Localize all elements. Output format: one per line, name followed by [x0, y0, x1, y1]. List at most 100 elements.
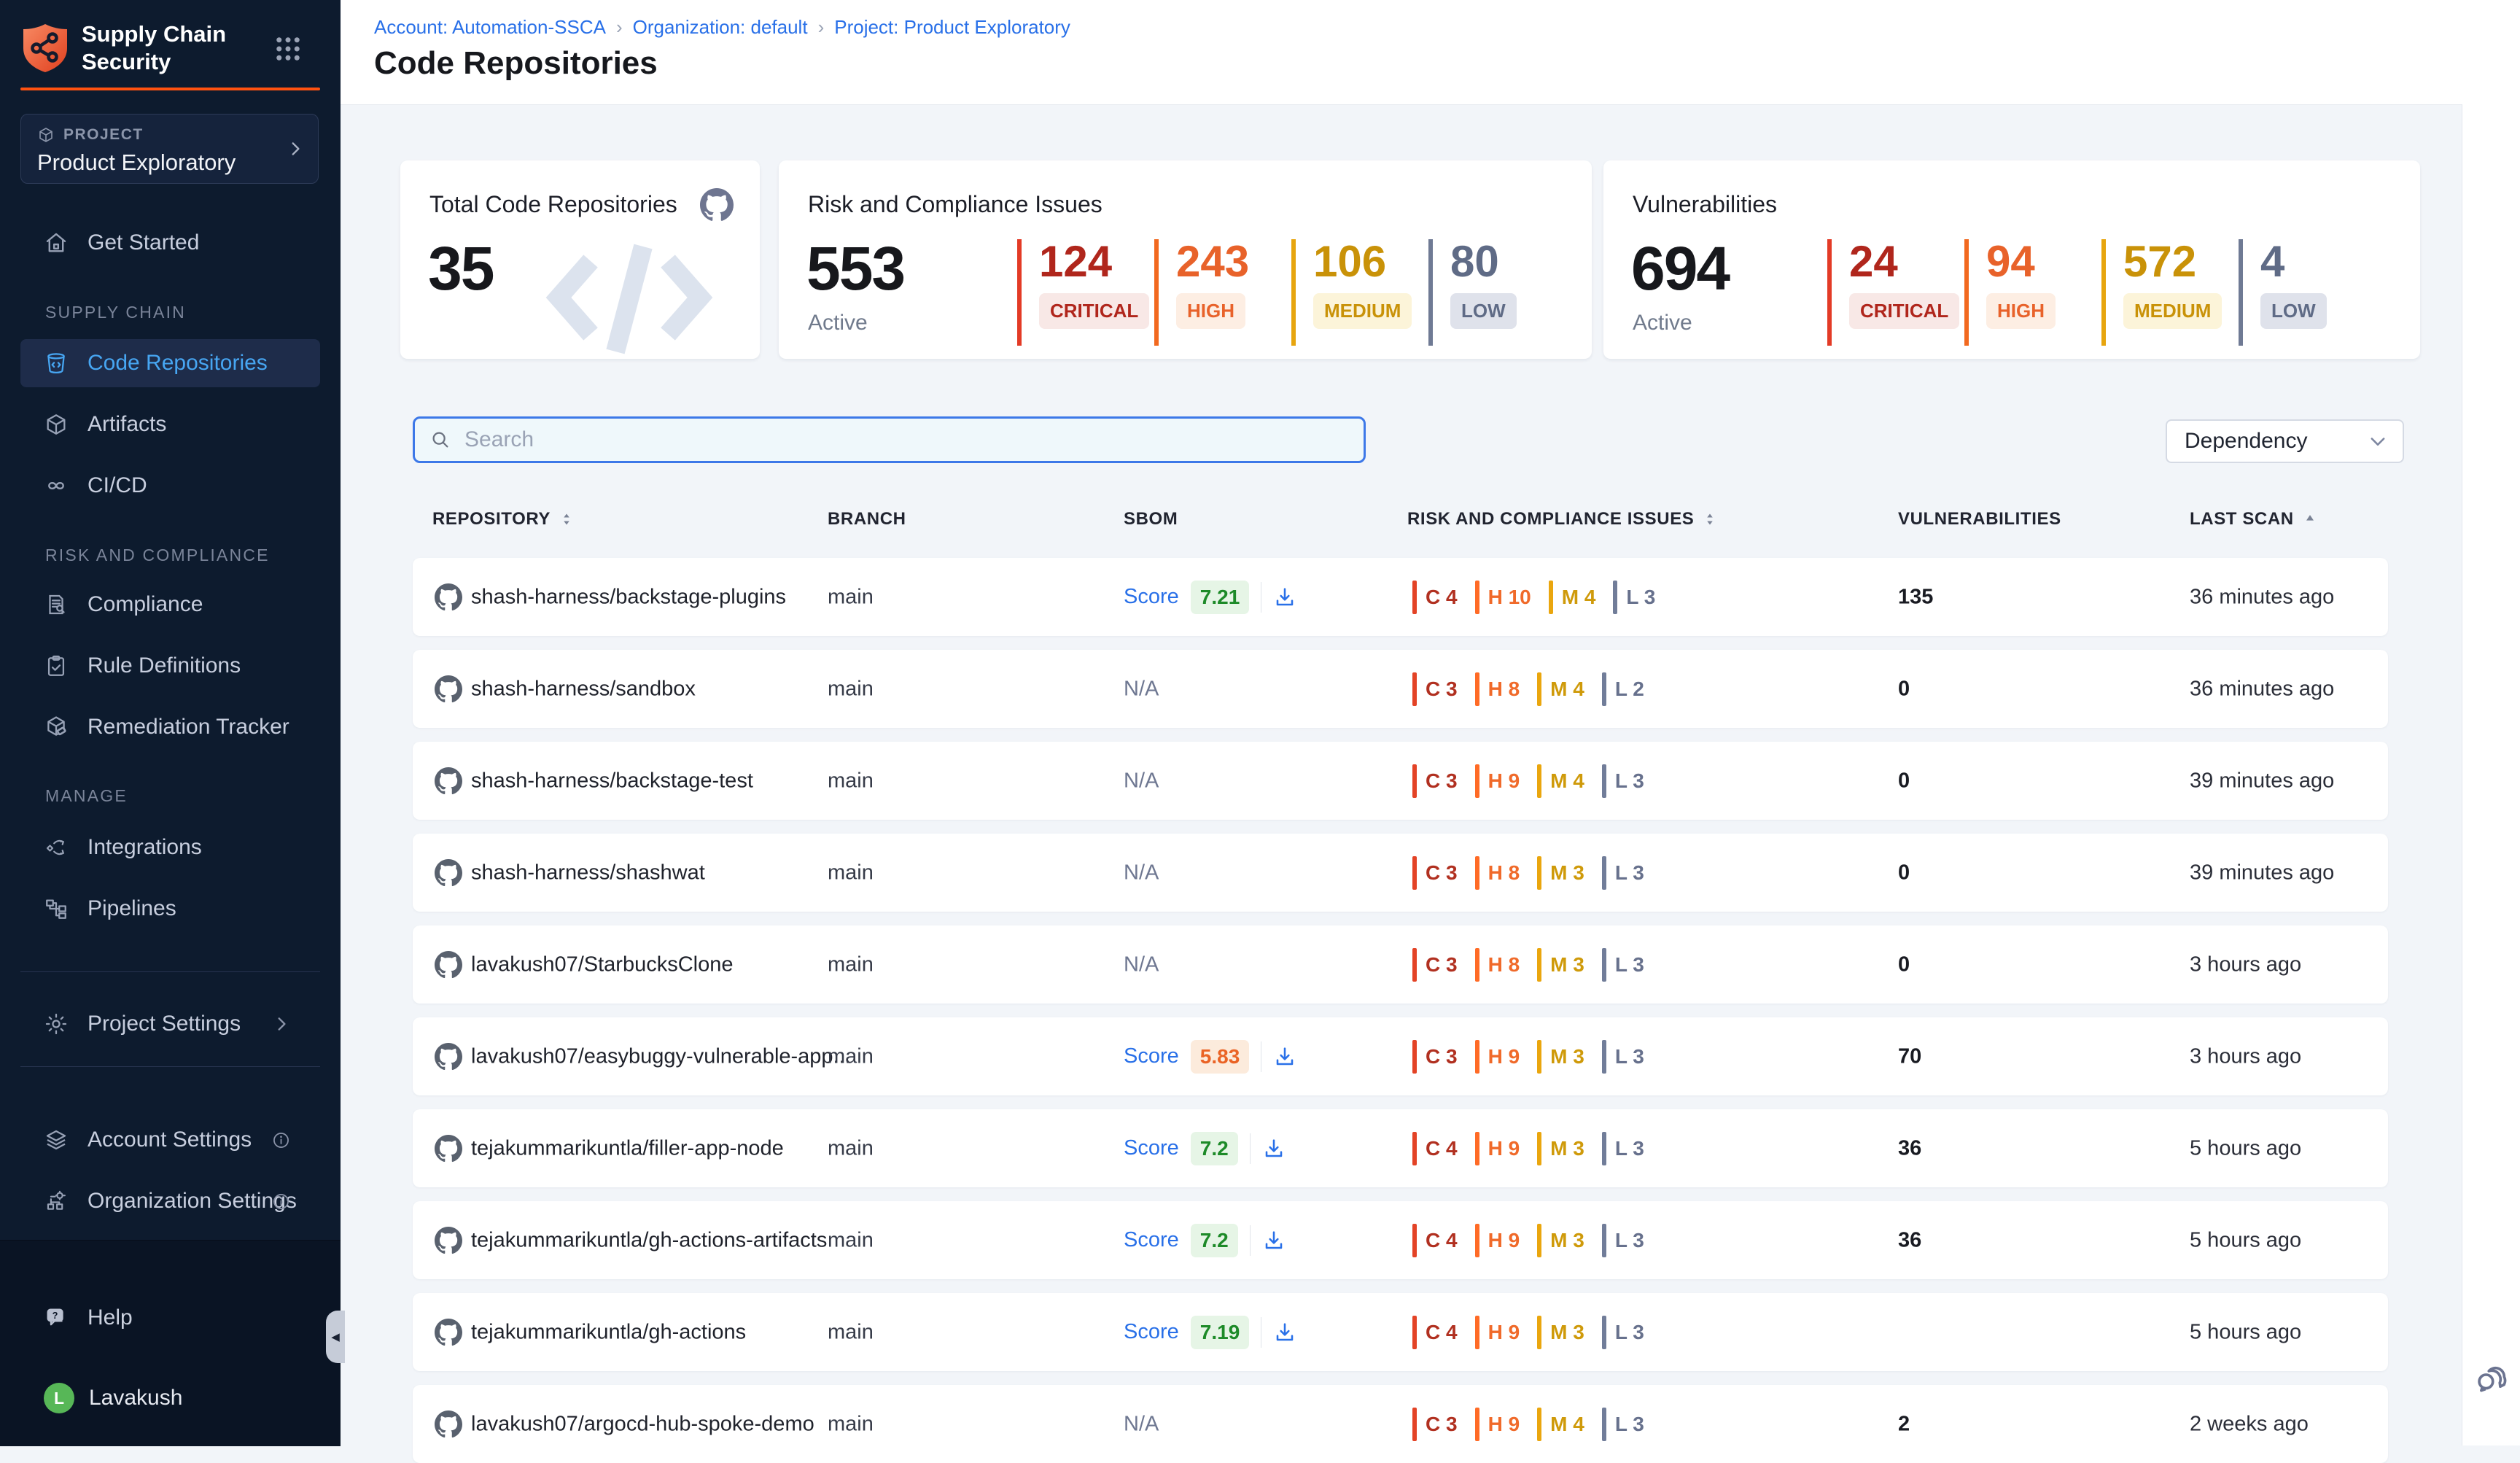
support-chat-icon[interactable] [2473, 1360, 2511, 1398]
download-sbom-icon[interactable] [1273, 586, 1296, 609]
user-menu[interactable]: L Lavakush [20, 1374, 320, 1422]
repo-name[interactable]: shash-harness/backstage-test [471, 769, 753, 793]
sbom-score-link[interactable]: Score [1124, 1320, 1179, 1344]
risk-chip-high: H 9 [1475, 1408, 1520, 1441]
sbom-score-link[interactable]: Score [1124, 1136, 1179, 1160]
sbom-cell: N/A [1124, 677, 1159, 701]
branch-name: main [828, 1412, 874, 1436]
sidebar-item-cicd[interactable]: CI/CD [20, 462, 320, 510]
sbom-score-link[interactable]: Score [1124, 585, 1179, 609]
sort-icon [559, 512, 574, 527]
cube-tag-icon [44, 715, 69, 740]
repo-name[interactable]: lavakush07/easybuggy-vulnerable-app... [471, 1044, 806, 1068]
severity-label: LOW [2260, 293, 2327, 329]
last-scan: 2 weeks ago [2190, 1412, 2309, 1436]
repo-name[interactable]: tejakummarikuntla/filler-app-node [471, 1136, 784, 1160]
infinity-icon [44, 473, 69, 498]
breadcrumb-project-link[interactable]: Project: Product Exploratory [834, 16, 1070, 39]
breadcrumb-org-link[interactable]: Organization: default [633, 16, 808, 39]
chevron-right-icon [286, 139, 305, 158]
column-header-risk[interactable]: RISK AND COMPLIANCE ISSUES [1407, 509, 1717, 529]
project-selector[interactable]: PROJECT Product Exploratory [20, 114, 319, 184]
download-sbom-icon[interactable] [1262, 1137, 1286, 1160]
sidebar-item-compliance[interactable]: Compliance [20, 581, 320, 629]
sidebar-item-account-settings[interactable]: Account Settings [20, 1116, 320, 1164]
table-row[interactable]: lavakush07/argocd-hub-spoke-demo main N/… [413, 1385, 2388, 1463]
header-label: RISK AND COMPLIANCE ISSUES [1407, 509, 1694, 529]
risk-chip-medium: M 4 [1549, 581, 1596, 614]
table-row[interactable]: lavakush07/easybuggy-vulnerable-app... m… [413, 1017, 2388, 1095]
repo-name[interactable]: shash-harness/backstage-plugins [471, 585, 786, 609]
repo-name[interactable]: tejakummarikuntla/gh-actions-artifacts [471, 1228, 806, 1252]
sidebar-item-organization-settings[interactable]: Organization Settings [20, 1177, 320, 1225]
apps-grid-icon[interactable] [273, 34, 303, 64]
accent-divider [20, 88, 320, 90]
severity-bar [1602, 764, 1606, 798]
last-scan: 39 minutes ago [2190, 769, 2334, 793]
table-row[interactable]: tejakummarikuntla/gh-actions-artifacts m… [413, 1201, 2388, 1279]
info-icon[interactable] [271, 1192, 291, 1211]
breadcrumb-account-link[interactable]: Account: Automation-SSCA [374, 16, 606, 39]
sidebar-item-get-started[interactable]: Get Started [20, 219, 320, 267]
sidebar-item-integrations[interactable]: Integrations [20, 823, 320, 872]
severity-bar [1537, 948, 1541, 982]
sbom-score-link[interactable]: Score [1124, 1044, 1179, 1068]
search-input[interactable] [463, 427, 1349, 453]
risk-chip-critical: C 4 [1412, 1132, 1458, 1165]
column-header-repository[interactable]: REPOSITORY [432, 509, 574, 529]
severity-medium: 106MEDIUM [1291, 239, 1428, 346]
table-row[interactable]: tejakummarikuntla/gh-actions main Score7… [413, 1293, 2388, 1371]
filter-dropdown[interactable]: Dependency [2166, 419, 2404, 463]
table-row[interactable]: shash-harness/shashwat main N/A C 3H 8M … [413, 834, 2388, 912]
table-row[interactable]: shash-harness/sandbox main N/A C 3H 8M 4… [413, 650, 2388, 728]
column-header-last-scan[interactable]: LAST SCAN [2190, 509, 2317, 529]
sidebar-item-rule-definitions[interactable]: Rule Definitions [20, 642, 320, 690]
info-icon[interactable] [271, 1130, 291, 1150]
repo-name[interactable]: shash-harness/sandbox [471, 677, 696, 701]
sbom-score-link[interactable]: Score [1124, 1228, 1179, 1252]
sidebar-collapse-handle[interactable]: ◀ [326, 1311, 345, 1363]
table-row[interactable]: shash-harness/backstage-test main N/A C … [413, 742, 2388, 820]
active-label: Active [1633, 311, 1692, 335]
org-gear-icon [44, 1189, 69, 1214]
column-header-vulnerabilities: VULNERABILITIES [1898, 509, 2061, 529]
download-sbom-icon[interactable] [1273, 1321, 1296, 1344]
repo-name[interactable]: lavakush07/argocd-hub-spoke-demo [471, 1412, 806, 1436]
risk-issues-card: Risk and Compliance Issues 553 Active 12… [779, 160, 1592, 359]
app-brand[interactable]: Supply Chain Security [22, 20, 226, 76]
table-row[interactable]: lavakush07/StarbucksClone main N/A C 3H … [413, 925, 2388, 1004]
table-row[interactable]: shash-harness/backstage-plugins main Sco… [413, 558, 2388, 636]
github-icon [435, 675, 462, 703]
total-repos-card: Total Code Repositories 35 [400, 160, 760, 359]
severity-label: CRITICAL [1039, 293, 1149, 329]
code-repository-icon [44, 351, 69, 376]
branch-name: main [828, 677, 874, 701]
risk-chip-low: L 2 [1602, 672, 1644, 706]
sidebar-item-artifacts[interactable]: Artifacts [20, 400, 320, 449]
vulns-severity-list: 24CRITICAL94HIGH572MEDIUM4LOW [1827, 239, 2376, 346]
sidebar-item-remediation-tracker[interactable]: Remediation Tracker [20, 703, 320, 751]
sidebar-item-code-repositories[interactable]: Code Repositories [20, 339, 320, 387]
branch-name: main [828, 1228, 874, 1252]
severity-bar [1475, 1316, 1479, 1349]
severity-bar [1602, 672, 1606, 706]
breadcrumb: Account: Automation-SSCA › Organization:… [374, 16, 1070, 39]
download-sbom-icon[interactable] [1273, 1045, 1296, 1068]
severity-bar [1602, 1040, 1606, 1074]
sidebar-item-label: Help [88, 1305, 133, 1330]
repo-name[interactable]: tejakummarikuntla/gh-actions [471, 1320, 746, 1344]
sidebar-item-project-settings[interactable]: Project Settings [20, 1000, 320, 1048]
repo-name[interactable]: shash-harness/shashwat [471, 861, 705, 885]
sidebar-item-pipelines[interactable]: Pipelines [20, 885, 320, 933]
sbom-cell: Score5.83 [1124, 1040, 1296, 1074]
severity-label: MEDIUM [2123, 293, 2222, 329]
diamond-arrows-icon [44, 835, 69, 860]
download-sbom-icon[interactable] [1262, 1229, 1286, 1252]
severity-bar [1412, 764, 1417, 798]
risk-chip-critical: C 3 [1412, 672, 1458, 706]
sidebar-item-help[interactable]: Help [20, 1294, 320, 1342]
branch-name: main [828, 585, 874, 609]
table-row[interactable]: tejakummarikuntla/filler-app-node main S… [413, 1109, 2388, 1187]
brand-line2: Security [82, 49, 171, 74]
repo-name[interactable]: lavakush07/StarbucksClone [471, 952, 733, 977]
